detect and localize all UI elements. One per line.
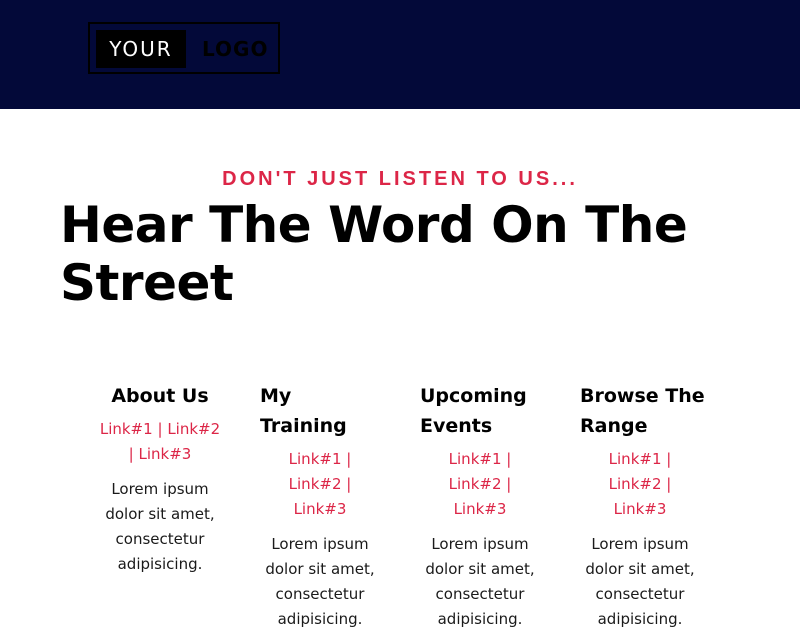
site-logo[interactable]: YOUR LOGO — [88, 22, 280, 74]
column-links: Link#1 | Link#2 | Link#3 — [95, 417, 225, 467]
link-separator: | — [506, 450, 512, 468]
column-body: Lorem ipsum dolor sit amet, consectetur … — [425, 535, 535, 628]
column-link-3[interactable]: Link#3 — [454, 500, 507, 518]
link-separator: | — [157, 420, 163, 438]
column-links: Link#1 | Link#2 | Link#3 — [580, 447, 700, 522]
column-link-3[interactable]: Link#3 — [614, 500, 667, 518]
column-link-3[interactable]: Link#3 — [294, 500, 347, 518]
info-column-browse-the-range: Browse The Range Link#1 | Link#2 | Link#… — [580, 381, 705, 632]
column-body: Lorem ipsum dolor sit amet, consectetur … — [265, 535, 375, 628]
logo-logo-text: LOGO — [202, 37, 269, 61]
column-link-1[interactable]: Link#1 — [449, 450, 502, 468]
column-links: Link#1 | Link#2 | Link#3 — [260, 447, 380, 522]
column-link-2[interactable]: Link#2 — [449, 475, 502, 493]
link-separator: | — [128, 445, 134, 463]
logo-your-text: YOUR — [96, 30, 186, 68]
column-link-3[interactable]: Link#3 — [139, 445, 192, 463]
column-link-2[interactable]: Link#2 — [609, 475, 662, 493]
column-body: Lorem ipsum dolor sit amet, consectetur … — [105, 480, 215, 573]
column-link-1[interactable]: Link#1 — [289, 450, 342, 468]
section-eyebrow: DON'T JUST LISTEN TO US... — [222, 168, 578, 190]
column-link-1[interactable]: Link#1 — [100, 420, 153, 438]
link-separator: | — [506, 475, 512, 493]
link-separator: | — [346, 475, 352, 493]
info-column-my-training: My Training Link#1 | Link#2 | Link#3 Lor… — [260, 381, 380, 632]
info-column-about-us: About Us Link#1 | Link#2 | Link#3 Lorem … — [95, 381, 225, 577]
link-separator: | — [666, 475, 672, 493]
column-link-2[interactable]: Link#2 — [289, 475, 342, 493]
column-title: About Us — [111, 385, 209, 407]
column-title: My Training — [260, 385, 347, 437]
info-column-upcoming-events: Upcoming Events Link#1 | Link#2 | Link#3… — [420, 381, 540, 632]
column-body: Lorem ipsum dolor sit amet, consectetur … — [585, 535, 695, 628]
column-title: Upcoming Events — [420, 385, 527, 437]
section-heading: Hear The Word On The Street — [60, 196, 688, 312]
link-separator: | — [666, 450, 672, 468]
column-link-1[interactable]: Link#1 — [609, 450, 662, 468]
column-links: Link#1 | Link#2 | Link#3 — [420, 447, 540, 522]
column-link-2[interactable]: Link#2 — [167, 420, 220, 438]
column-title: Browse The Range — [580, 385, 705, 437]
site-header: YOUR LOGO — [0, 0, 800, 109]
link-separator: | — [346, 450, 352, 468]
